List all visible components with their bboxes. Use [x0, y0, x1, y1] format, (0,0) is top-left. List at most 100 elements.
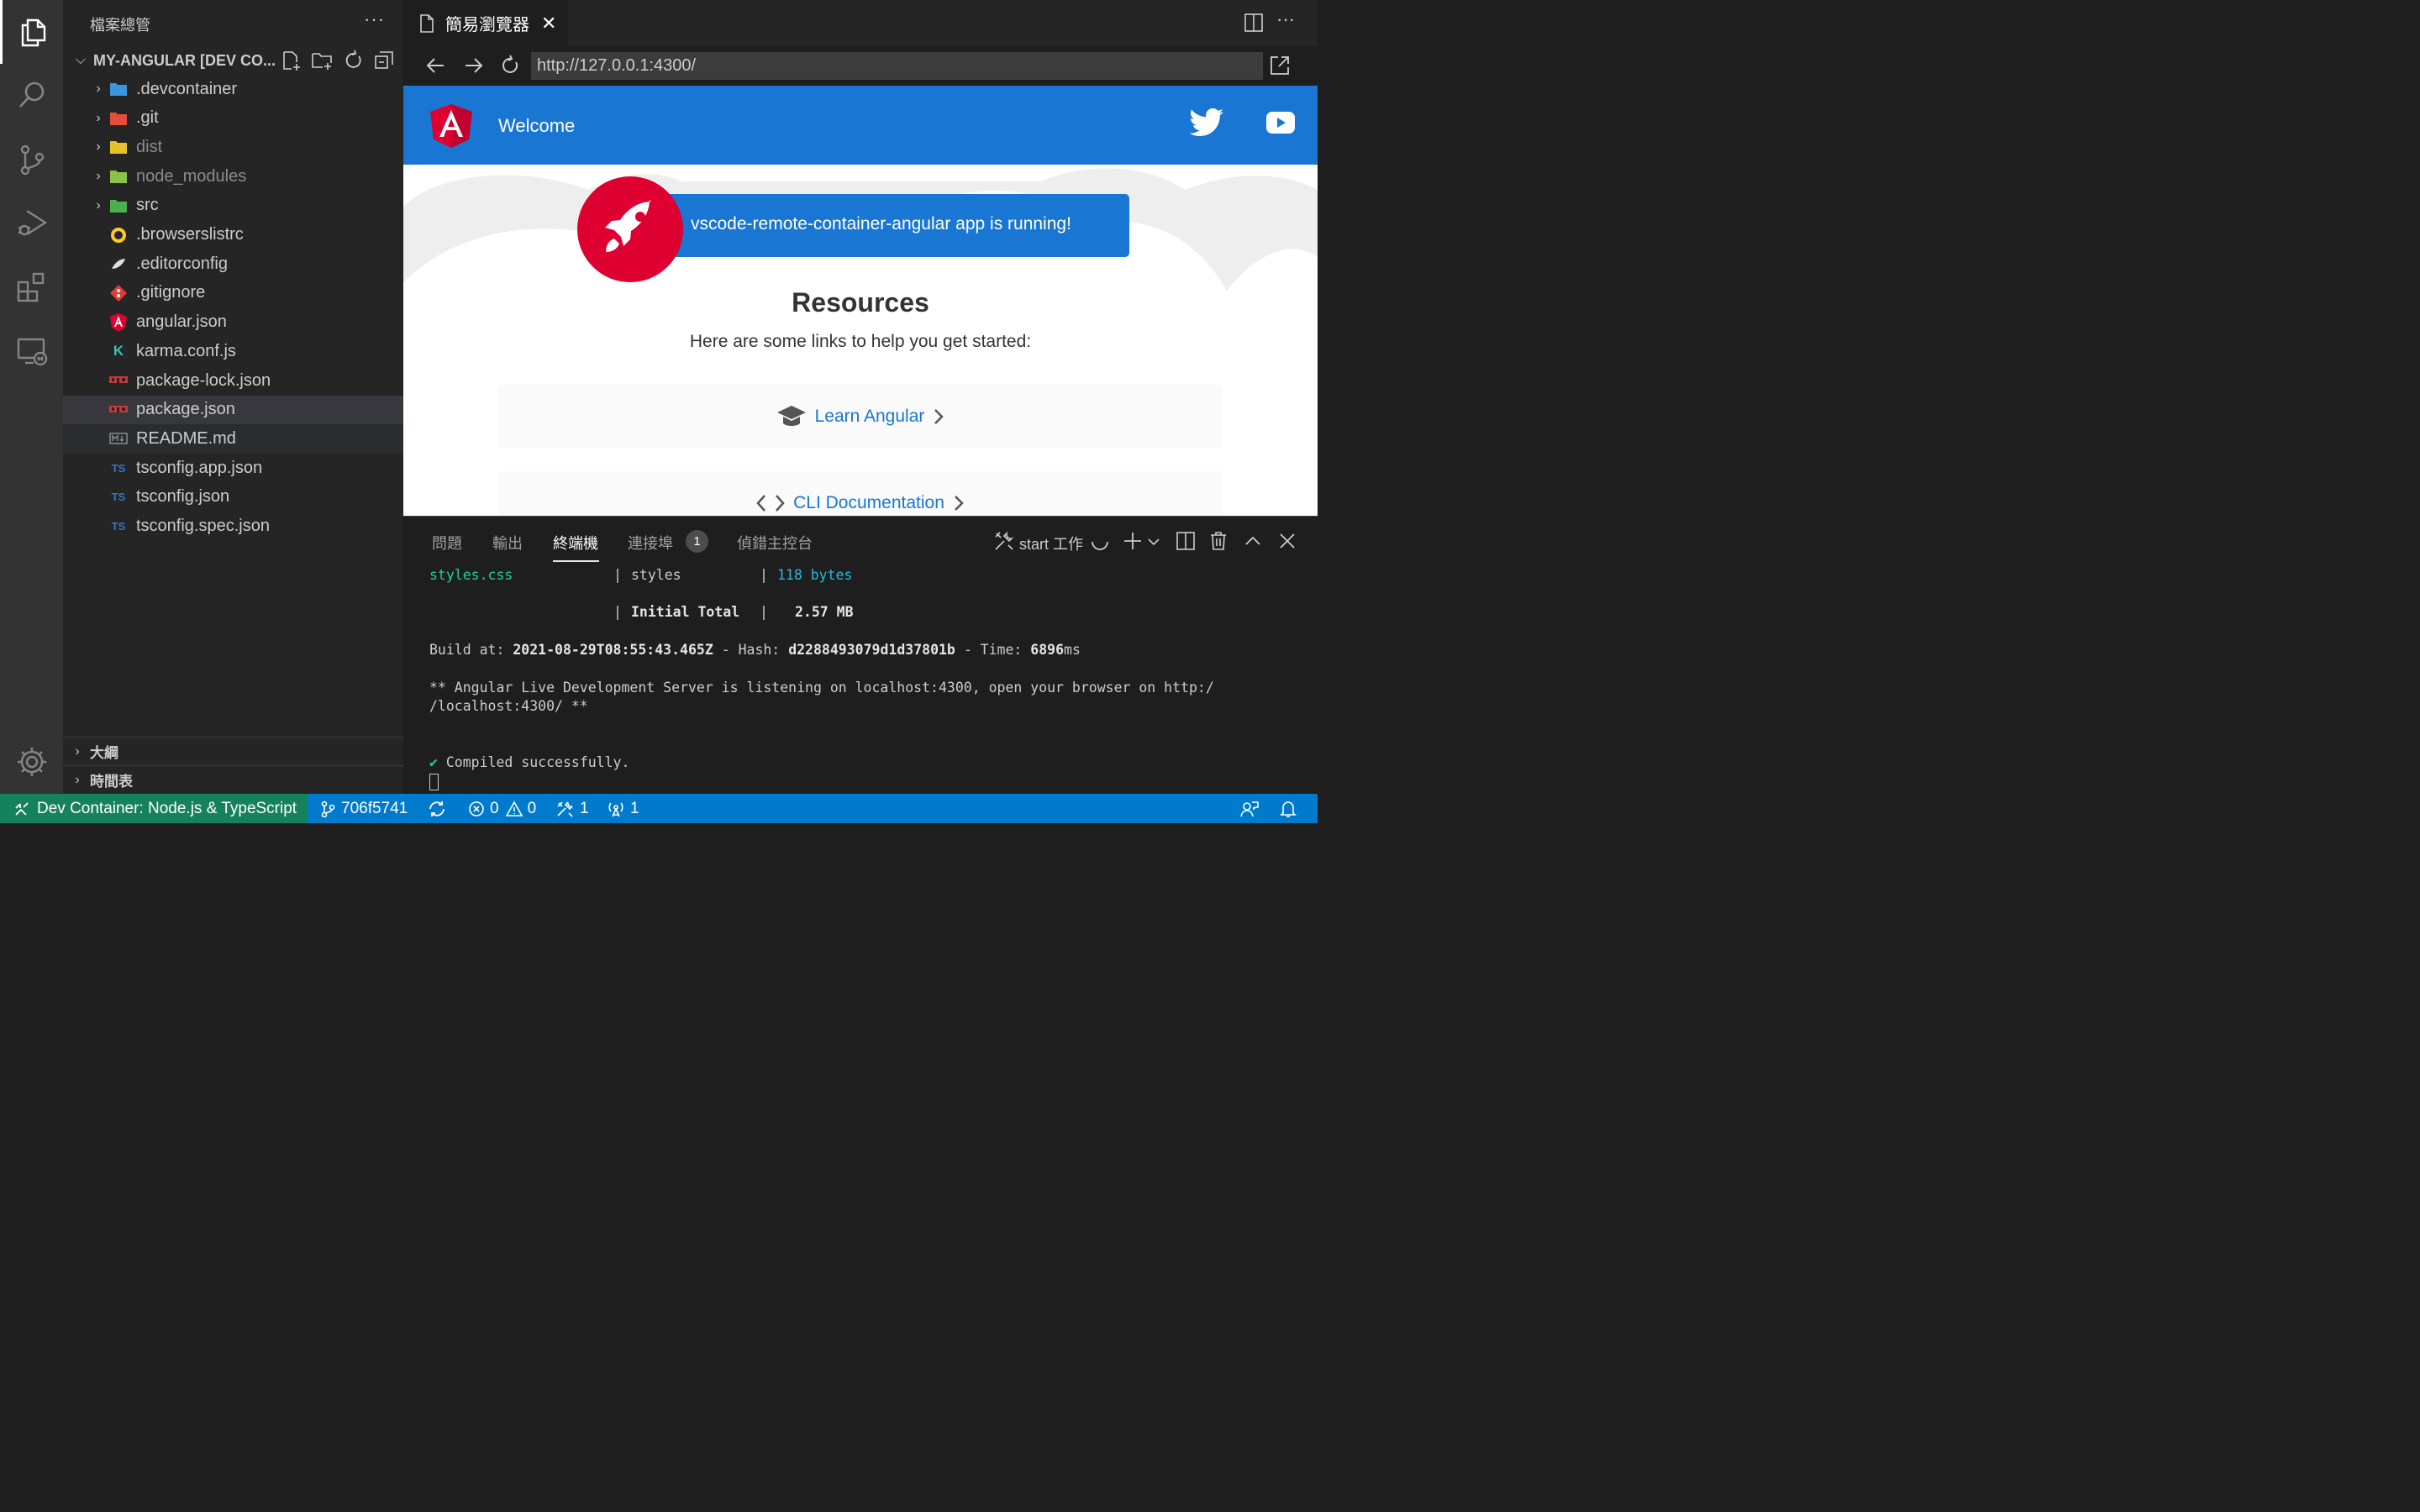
remote-explorer-icon[interactable]: [0, 319, 63, 383]
tree-item-label: .gitignore: [136, 283, 206, 302]
check-icon: ✔: [429, 754, 438, 770]
twitter-icon[interactable]: [1189, 108, 1224, 139]
tree-file[interactable]: ›package-lock.json: [63, 366, 403, 395]
terminal-listen-line-1: ** Angular Live Development Server is li…: [429, 680, 1214, 696]
tree-file[interactable]: ›README.md: [63, 424, 403, 454]
src-folder-icon: [109, 197, 128, 215]
explorer-icon[interactable]: [0, 0, 63, 64]
terminal-chunk-name: styles: [631, 567, 681, 583]
tab-debug-console[interactable]: 偵錯主控台: [737, 532, 813, 554]
source-control-icon[interactable]: [0, 128, 63, 192]
tree-folder[interactable]: › .devcontainer: [63, 75, 403, 103]
remote-indicator[interactable]: Dev Container: Node.js & TypeScript: [0, 794, 308, 823]
tree-item-label: .git: [136, 108, 159, 128]
tree-file[interactable]: ›Kkarma.conf.js: [63, 337, 403, 365]
chevron-down-icon[interactable]: [1146, 530, 1161, 552]
ports-count: 1: [630, 799, 639, 817]
tree-file[interactable]: ›angular.json: [63, 308, 403, 337]
terminal-time-label: - Time:: [963, 642, 1023, 658]
close-icon[interactable]: ✕: [541, 13, 556, 34]
tasks-count: 1: [580, 799, 589, 817]
split-editor-icon[interactable]: [1243, 12, 1265, 34]
tree-folder[interactable]: › dist: [63, 133, 403, 161]
angular-icon: [109, 312, 128, 332]
tab-terminal[interactable]: 終端機: [553, 532, 598, 554]
tree-file[interactable]: ›.browserslistrc: [63, 221, 403, 249]
tasks-indicator[interactable]: 1: [556, 794, 589, 823]
tree-item-label: .devcontainer: [136, 79, 238, 98]
forward-arrow-icon[interactable]: [462, 55, 484, 76]
terminal-sep: |: [760, 567, 768, 583]
tab-ports[interactable]: 連接埠: [628, 532, 673, 554]
close-panel-icon[interactable]: [1276, 530, 1298, 552]
terminal-initial-total-size: 2.57 MB: [795, 604, 854, 620]
resources-heading: Resources: [792, 287, 929, 318]
node-modules-folder-icon: [109, 167, 128, 186]
outline-section[interactable]: › 大綱: [63, 737, 403, 765]
open-external-icon[interactable]: [1269, 55, 1291, 76]
refresh-icon[interactable]: [342, 50, 364, 71]
timeline-section[interactable]: › 時間表: [63, 765, 403, 794]
chevron-right-icon: ›: [96, 197, 101, 213]
ports-indicator[interactable]: 1: [607, 794, 639, 823]
chevron-right-icon: ›: [75, 772, 80, 787]
tree-file[interactable]: ›.gitignore: [63, 279, 403, 307]
more-actions-button[interactable]: ···: [364, 8, 385, 30]
tsconfig-icon: TS: [111, 520, 126, 533]
rocket-icon: [577, 176, 683, 282]
notifications-button[interactable]: [1279, 794, 1302, 823]
youtube-icon[interactable]: [1266, 112, 1295, 134]
task-selector[interactable]: start 工作: [1019, 533, 1083, 554]
new-file-icon[interactable]: [280, 50, 302, 71]
feedback-button[interactable]: [1240, 794, 1264, 823]
cli-documentation-card[interactable]: CLI Documentation: [498, 471, 1223, 516]
tree-item-label: tsconfig.spec.json: [136, 517, 270, 535]
tree-folder[interactable]: › src: [63, 192, 403, 220]
git-branch-icon: [321, 801, 335, 817]
browser-toolbar: [403, 46, 1318, 86]
tree-file[interactable]: ›TStsconfig.spec.json: [63, 512, 403, 541]
cli-documentation-link[interactable]: CLI Documentation: [793, 493, 944, 513]
tab-output[interactable]: 輸出: [492, 532, 523, 554]
devcontainer-folder-icon: [109, 80, 128, 98]
npm-icon: [109, 401, 128, 419]
extensions-icon[interactable]: [0, 255, 63, 319]
angular-toolbar: Welcome: [403, 86, 1318, 165]
maximize-panel-icon[interactable]: [1242, 530, 1264, 552]
collapse-all-icon[interactable]: [373, 50, 395, 71]
tree-folder[interactable]: › node_modules: [63, 162, 403, 191]
trash-icon[interactable]: [1207, 530, 1229, 552]
split-terminal-icon[interactable]: [1175, 530, 1197, 552]
back-arrow-icon[interactable]: [425, 55, 447, 76]
new-folder-icon[interactable]: [311, 50, 333, 71]
new-terminal-icon[interactable]: [1122, 530, 1144, 552]
tab-simple-browser[interactable]: 簡易瀏覽器 ✕: [403, 0, 568, 46]
git-icon: [109, 284, 128, 302]
search-icon[interactable]: [0, 64, 63, 128]
tree-file[interactable]: ›.editorconfig: [63, 249, 403, 278]
app-running-card: vscode-remote-container-angular app is r…: [660, 194, 1129, 257]
tree-item-label: tsconfig.app.json: [136, 458, 263, 477]
tree-file[interactable]: ›package.json: [63, 395, 403, 424]
git-folder-icon: [109, 109, 128, 128]
workspace-header[interactable]: ⌵ MY-ANGULAR [DEV CO...: [63, 46, 403, 75]
learn-angular-card[interactable]: Learn Angular: [498, 385, 1223, 448]
sync-button[interactable]: [428, 794, 451, 823]
tree-file[interactable]: ›TStsconfig.app.json: [63, 454, 403, 482]
karma-icon: K: [113, 343, 124, 360]
dist-folder-icon: [109, 138, 128, 156]
code-brackets-icon: [756, 494, 785, 512]
tab-problems[interactable]: 問題: [432, 532, 462, 554]
problems-indicator[interactable]: 0 0: [468, 794, 536, 823]
settings-gear-icon[interactable]: [0, 730, 63, 794]
branch-indicator[interactable]: 706f5741: [319, 794, 408, 823]
run-debug-icon[interactable]: [0, 192, 63, 255]
url-input[interactable]: [531, 52, 1263, 80]
learn-angular-link[interactable]: Learn Angular: [815, 407, 925, 427]
timeline-label: 時間表: [90, 774, 133, 790]
tree-folder[interactable]: › .git: [63, 104, 403, 133]
more-actions-icon[interactable]: ···: [1276, 8, 1298, 30]
reload-icon[interactable]: [499, 55, 521, 76]
tree-file[interactable]: ›TStsconfig.json: [63, 483, 403, 512]
editorconfig-icon: [109, 255, 128, 273]
